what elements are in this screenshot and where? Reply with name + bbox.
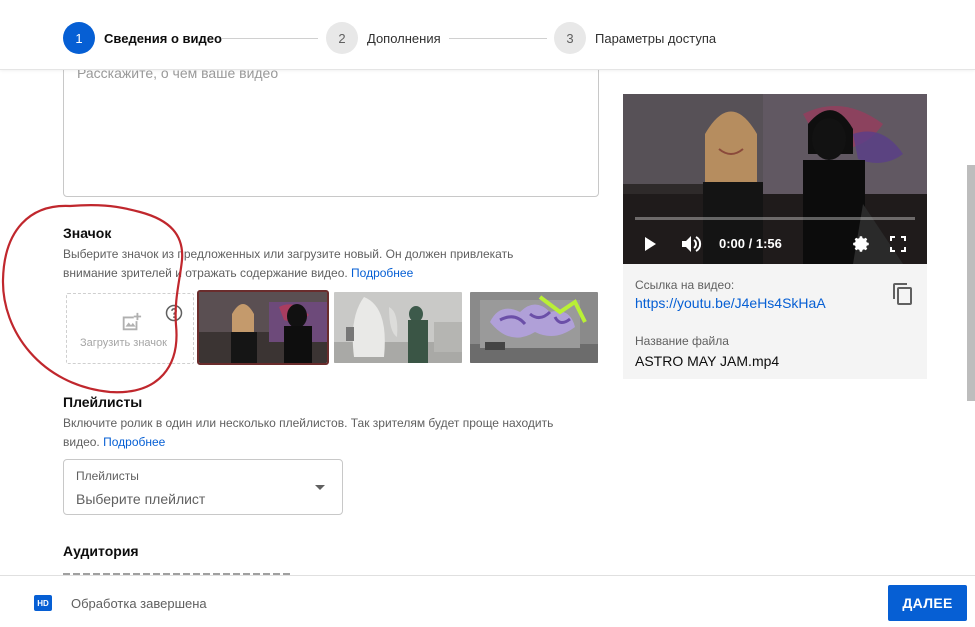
thumbnail-more-link[interactable]: Подробнее <box>351 266 413 280</box>
add-photo-icon <box>122 312 142 331</box>
step-extras[interactable]: 2 Дополнения <box>326 22 441 54</box>
video-link[interactable]: https://youtu.be/J4eHs4SkHaA <box>635 295 826 311</box>
play-icon[interactable] <box>643 236 657 252</box>
playlists-help-text: Включите ролик в один или несколько плей… <box>63 414 563 452</box>
page-scrollbar[interactable] <box>964 70 975 575</box>
thumbnail-help-body: Выберите значок из предложенных или загр… <box>63 247 514 280</box>
description-textarea[interactable]: Расскажите, о чем ваше видео <box>63 58 599 197</box>
thumbnail-help-text: Выберите значок из предложенных или загр… <box>63 245 563 283</box>
video-controls: 0:00 / 1:56 <box>623 212 927 264</box>
volume-icon[interactable] <box>681 235 703 253</box>
video-player[interactable]: 0:00 / 1:56 <box>623 94 927 264</box>
playlist-dropdown-value: Выберите плейлист <box>76 491 206 507</box>
processing-status: Обработка завершена <box>71 596 207 611</box>
step-connector <box>222 38 318 39</box>
upload-stepper: 1 Сведения о видео 2 Дополнения 3 Параме… <box>0 0 975 70</box>
video-time: 0:00 / 1:56 <box>719 236 782 251</box>
step-number: 2 <box>326 22 358 54</box>
filename-label: Название файла <box>635 334 729 348</box>
video-preview-card: 0:00 / 1:56 Ссылка на видео: https://you… <box>623 94 927 379</box>
upload-thumbnail-label: Загрузить значок <box>80 337 167 349</box>
playlists-more-link[interactable]: Подробнее <box>103 435 165 449</box>
thumbnail-section-title: Значок <box>63 225 112 241</box>
step-number: 1 <box>63 22 95 54</box>
playlist-dropdown-label: Плейлисты <box>76 469 139 483</box>
step-number: 3 <box>554 22 586 54</box>
filename-value: ASTRO MAY JAM.mp4 <box>635 353 780 369</box>
playlists-section-title: Плейлисты <box>63 394 143 410</box>
video-progress-bar[interactable] <box>635 217 915 220</box>
suggested-thumbnail-1[interactable] <box>197 290 329 365</box>
fullscreen-icon[interactable] <box>890 236 906 252</box>
step-visibility[interactable]: 3 Параметры доступа <box>554 22 716 54</box>
suggested-thumbnail-2[interactable] <box>334 292 462 363</box>
step-label: Сведения о видео <box>104 30 222 46</box>
audience-section-title: Аудитория <box>63 543 139 559</box>
step-label: Дополнения <box>367 30 441 46</box>
suggested-thumbnail-3[interactable] <box>470 292 598 363</box>
next-button[interactable]: ДАЛЕЕ <box>888 585 967 621</box>
copy-icon[interactable] <box>891 282 915 306</box>
step-details[interactable]: 1 Сведения о видео <box>63 22 222 54</box>
footer-bar: HD Обработка завершена ДАЛЕЕ <box>0 575 975 627</box>
video-link-label: Ссылка на видео: <box>635 278 735 292</box>
chevron-down-icon <box>315 485 325 490</box>
scrollbar-thumb[interactable] <box>967 165 975 401</box>
hd-badge: HD <box>34 595 52 611</box>
step-label: Параметры доступа <box>595 30 717 46</box>
playlist-dropdown[interactable]: Плейлисты Выберите плейлист <box>63 459 343 515</box>
settings-gear-icon[interactable] <box>853 235 871 253</box>
help-circle-icon[interactable] <box>164 303 184 323</box>
step-connector <box>449 38 547 39</box>
